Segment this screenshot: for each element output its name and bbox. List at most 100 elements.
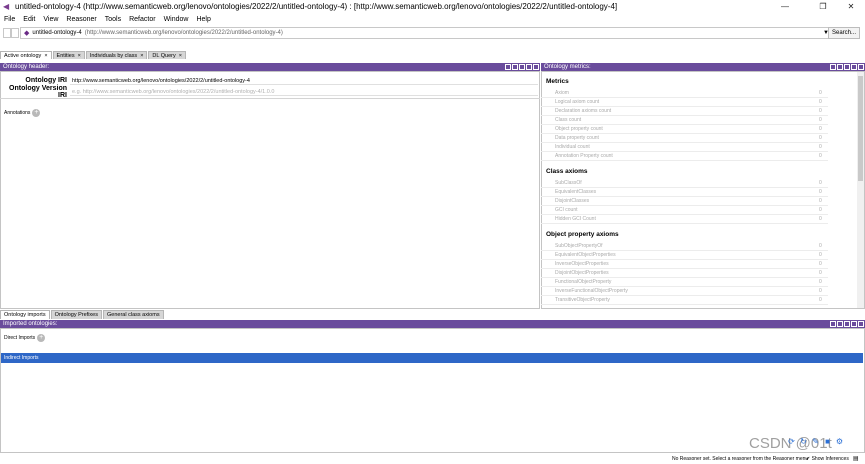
forward-button[interactable] [11,28,19,38]
main-tabs: Active ontology × Entities × Individuals b… [0,51,187,59]
metric-row: Logical axiom count 0 [541,98,828,107]
view-float-icon[interactable] [837,64,843,70]
metric-row: EquivalentClasses 0 [541,188,828,197]
imported-ontologies-view-title: Imported ontologies: [0,320,865,328]
tab-dl-query[interactable]: DL Query × [148,51,186,59]
metric-label: InverseObjectProperties [555,261,609,267]
view-minimize-icon[interactable] [519,64,525,70]
metrics-section-heading: Object property axioms [546,231,619,238]
stop-icon[interactable]: ■ [823,437,832,446]
view-minimize-icon[interactable] [844,321,850,327]
tab-individuals-by-class[interactable]: Individuals by class × [85,51,148,59]
metric-label: Class count [555,117,582,123]
tab-close-icon[interactable]: × [78,53,81,59]
show-inferences-label: Show Inferences [811,456,849,462]
settings-gear-icon[interactable]: ⚙ [835,437,844,446]
imported-ontologies-panel [0,328,865,453]
menu-reasoner[interactable]: Reasoner [62,16,100,23]
minimize-button[interactable]: — [771,0,799,13]
view-controls [504,64,539,70]
direct-imports-label: Direct Imports [4,335,36,341]
metric-row: EquivalentObjectProperties 0 [541,251,828,260]
metric-row: Data property count 0 [541,134,828,143]
menu-edit[interactable]: Edit [19,16,39,23]
metric-value: 0 [819,99,822,105]
metric-label: Annotation Property count [555,153,613,159]
tab-close-icon[interactable]: × [44,53,47,59]
metric-value: 0 [819,198,822,204]
metric-row: InverseFunctionalObjectProperty 0 [541,287,828,296]
view-maximize-icon[interactable] [851,321,857,327]
view-title-label: Ontology metrics: [544,64,591,70]
metric-row: Class count 0 [541,116,828,125]
refresh-icon[interactable]: ↻ [799,437,808,446]
sync-icon[interactable]: ⟳ [787,437,796,446]
metric-row: Individual count 0 [541,143,828,152]
ontology-version-iri-field[interactable]: e.g. http://www.semanticweb.org/lenovo/o… [70,88,538,96]
metric-row: DisjointClasses 0 [541,197,828,206]
metric-label: Object property count [555,126,603,132]
metric-row: InverseObjectProperties 0 [541,260,828,269]
tab-general-class-axioms[interactable]: General class axioms [103,310,164,319]
metric-label: InverseFunctionalObjectProperty [555,288,628,294]
add-annotation-icon[interactable]: + [32,109,41,117]
menu-tools[interactable]: Tools [101,16,125,23]
tab-entities[interactable]: Entities × [52,51,85,59]
divider [0,98,540,99]
view-pin-icon[interactable] [830,64,836,70]
active-ontology-iri: (http://www.semanticweb.org/lenovo/ontol… [84,30,283,36]
metric-value: 0 [819,243,822,249]
view-close-icon[interactable] [858,64,864,70]
view-controls [829,321,864,327]
tab-ontology-prefixes[interactable]: Ontology Prefixes [50,310,102,319]
metric-label: SubClassOf [555,180,582,186]
tab-active-ontology[interactable]: Active ontology × [0,51,52,59]
view-minimize-icon[interactable] [844,64,850,70]
tab-close-icon[interactable]: × [179,53,182,59]
metric-label: EquivalentObjectProperties [555,252,616,258]
tab-ontology-imports[interactable]: Ontology imports [0,310,50,319]
view-close-icon[interactable] [533,64,539,70]
metrics-scrollbar-thumb[interactable] [858,76,863,181]
metric-row: Declaration axioms count 0 [541,107,828,116]
ontology-metrics-view-title: Ontology metrics: [541,63,865,71]
menu-help[interactable]: Help [192,16,214,23]
view-pin-icon[interactable] [830,321,836,327]
view-close-icon[interactable] [858,321,864,327]
view-title-label: Ontology header: [3,64,50,70]
add-import-icon[interactable]: + [37,334,46,342]
log-icon[interactable]: ▤ [853,455,859,464]
maximize-button[interactable]: ❐ [809,0,837,13]
metric-label: DisjointObjectProperties [555,270,609,276]
menu-refactor[interactable]: Refactor [125,16,159,23]
metric-row: TransitiveObjectProperty 0 [541,296,828,305]
back-button[interactable] [3,28,11,38]
menu-window[interactable]: Window [160,16,193,23]
edit-icon[interactable]: ✎ [811,437,820,446]
search-button[interactable]: Search... [828,27,860,39]
view-pin-icon[interactable] [505,64,511,70]
tab-close-icon[interactable]: × [140,53,143,59]
direct-imports-row: Direct Imports + [4,334,46,342]
metric-value: 0 [819,153,822,159]
view-float-icon[interactable] [837,321,843,327]
view-float-icon[interactable] [512,64,518,70]
view-maximize-icon[interactable] [851,64,857,70]
show-inferences-checkbox[interactable]: ✔ Show Inferences [806,455,849,464]
metric-value: 0 [819,297,822,303]
active-ontology-selector[interactable]: ◆ untitled-ontology-4 (http://www.semant… [20,27,832,39]
menu-view[interactable]: View [39,16,62,23]
window-title: untitled-ontology-4 (http://www.semantic… [15,2,618,11]
indirect-imports-row[interactable]: Indirect Imports [1,353,863,363]
metric-value: 0 [819,135,822,141]
metric-row: Annotation Property count 0 [541,152,828,161]
metric-row: Axiom 0 [541,89,828,98]
ontology-iri-field[interactable]: http://www.semanticweb.org/lenovo/ontolo… [70,77,538,85]
tab-label: Active ontology [4,53,42,59]
view-controls [829,64,864,70]
metrics-section-heading: Metrics [546,78,569,85]
metric-label: EquivalentClasses [555,189,597,195]
view-maximize-icon[interactable] [526,64,532,70]
menu-file[interactable]: File [0,16,19,23]
close-button[interactable]: ✕ [837,0,865,13]
